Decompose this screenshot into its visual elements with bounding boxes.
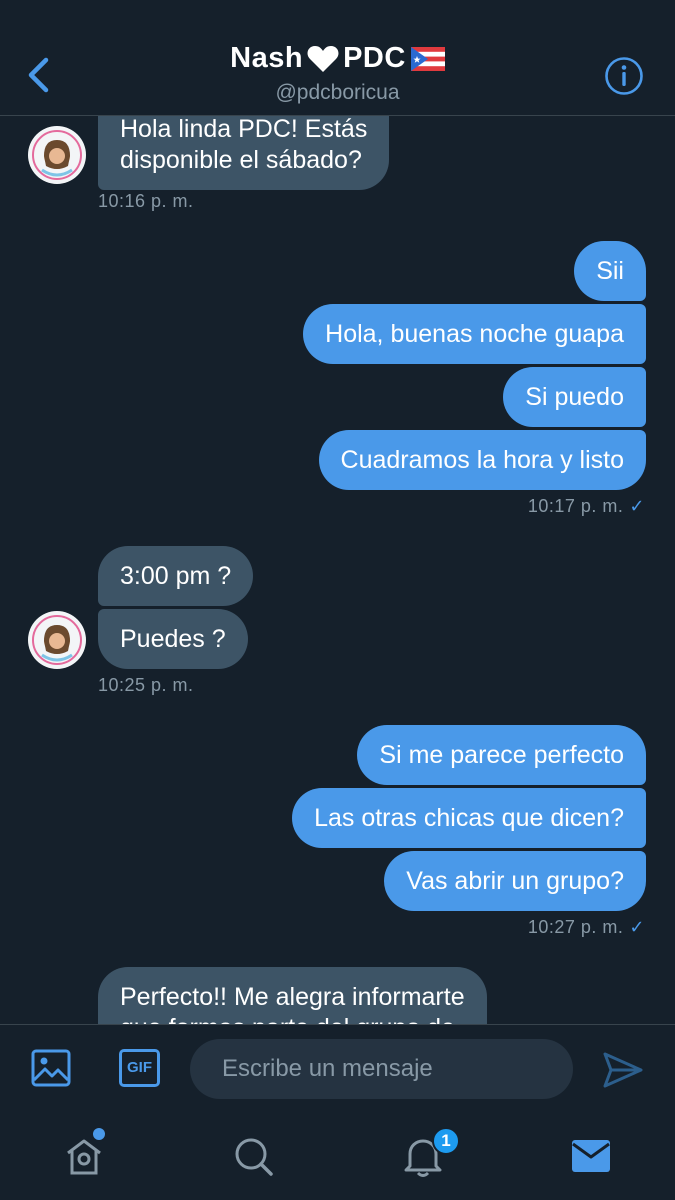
home-new-content-dot — [93, 1128, 105, 1140]
image-icon — [31, 1049, 71, 1087]
message-input-placeholder: Escribe un mensaje — [222, 1055, 433, 1082]
tab-home[interactable] — [63, 1136, 105, 1183]
message-input[interactable]: Escribe un mensaje — [190, 1039, 573, 1099]
conversation: Hola linda PDC! Estás disponible el sába… — [0, 0, 675, 1024]
timestamp-text: 10:27 p. m. — [527, 917, 624, 937]
gif-icon: GIF — [119, 1049, 160, 1087]
title-name: PDC — [343, 42, 406, 74]
send-button[interactable] — [602, 1051, 644, 1094]
message-text: disponible el sábado? — [120, 146, 362, 174]
notification-badge: 1 — [432, 1127, 460, 1155]
gif-label: GIF — [127, 1059, 152, 1076]
message-bubble-sent[interactable]: Las otras chicas que dicen? — [292, 788, 646, 848]
info-button[interactable] — [604, 56, 644, 96]
conversation-header: Nash PDC @pdcboricua — [0, 0, 675, 116]
message-text: Si me parece perfecto — [379, 741, 624, 769]
timestamp: 10:17 p. m. ✓ — [528, 496, 645, 517]
add-photo-button[interactable] — [30, 1048, 72, 1093]
search-icon — [235, 1138, 273, 1176]
tab-messages[interactable] — [572, 1140, 610, 1177]
message-text: Las otras chicas que dicen? — [314, 804, 624, 832]
message-bubble-received[interactable]: Perfecto!! Me alegra informarte que form… — [98, 967, 487, 1024]
message-bubble-sent[interactable]: Sii — [574, 241, 646, 301]
read-check-icon: ✓ — [629, 496, 645, 516]
gif-button[interactable]: GIF — [119, 1049, 160, 1087]
bottom-tab-bar — [0, 1112, 675, 1200]
send-icon — [603, 1052, 643, 1088]
user-handle: @pdcboricua — [275, 81, 400, 104]
message-bubble-sent[interactable]: Si puedo — [503, 367, 646, 427]
message-text: Vas abrir un grupo? — [406, 867, 624, 895]
avatar[interactable] — [28, 126, 86, 184]
puerto-rico-flag-icon — [410, 46, 445, 71]
message-bubble-sent[interactable]: Hola, buenas noche guapa — [303, 304, 646, 364]
avatar-image-icon — [29, 612, 85, 668]
timestamp: 10:25 p. m. — [98, 675, 194, 695]
message-text: Sii — [596, 257, 624, 285]
message-text: Si puedo — [525, 383, 624, 411]
avatar-image-icon — [29, 127, 85, 183]
message-text: Hola linda PDC! Estás — [120, 115, 368, 143]
message-bubble-sent[interactable]: Si me parece perfecto — [357, 725, 646, 785]
message-text: 3:00 pm ? — [120, 562, 232, 590]
message-bubble-sent[interactable]: Vas abrir un grupo? — [384, 851, 646, 911]
timestamp-text: 10:17 p. m. — [527, 496, 624, 516]
message-text: Puedes ? — [120, 625, 226, 653]
message-text: Cuadramos la hora y listo — [340, 446, 624, 474]
avatar[interactable] — [28, 611, 86, 669]
message-text: Hola, buenas noche guapa — [325, 320, 624, 348]
timestamp: 10:16 p. m. — [98, 191, 194, 211]
home-icon — [67, 1139, 101, 1175]
white-heart-icon — [307, 45, 339, 72]
message-composer: GIF Escribe un mensaje — [0, 1024, 675, 1112]
message-text: Perfecto!! Me alegra informarte — [120, 983, 465, 1011]
timestamp: 10:27 p. m. ✓ — [528, 917, 645, 938]
info-icon — [605, 57, 643, 95]
conversation-title[interactable]: Nash PDC @pdcboricua — [0, 42, 675, 105]
message-bubble-received[interactable]: Puedes ? — [98, 609, 248, 669]
title-name: Nash — [230, 42, 304, 74]
envelope-icon — [572, 1140, 610, 1172]
page-title: Nash PDC — [230, 42, 445, 75]
tab-search[interactable] — [233, 1136, 275, 1183]
message-bubble-received[interactable]: 3:00 pm ? — [98, 546, 254, 606]
message-text: que formas parte del grupo de — [120, 1013, 465, 1024]
read-check-icon: ✓ — [629, 917, 645, 937]
message-bubble-sent[interactable]: Cuadramos la hora y listo — [318, 430, 646, 490]
